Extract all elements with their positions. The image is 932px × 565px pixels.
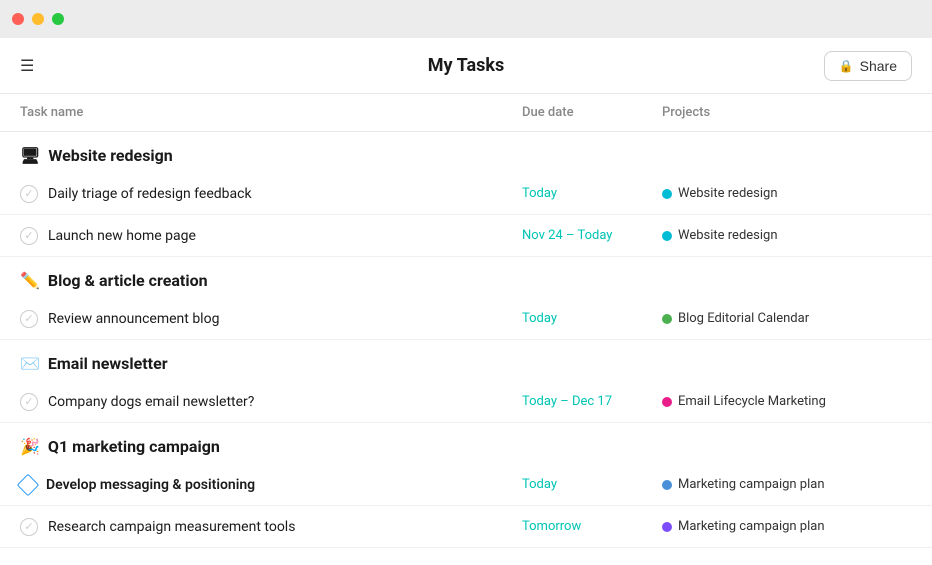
project-name-label: Website redesign <box>678 186 778 201</box>
section-header-email-newsletter: ✉️ Email newsletter <box>0 340 932 381</box>
app-window: ☰ My Tasks 🔒 Share Task name Due date Pr… <box>0 38 932 565</box>
task-name-label: Launch new home page <box>48 228 196 244</box>
diamond-icon <box>17 473 40 496</box>
share-button[interactable]: 🔒 Share <box>824 51 912 81</box>
task-name-label: Daily triage of redesign feedback <box>48 186 252 202</box>
section-header-blog-article: ✏️ Blog & article creation <box>0 257 932 298</box>
project-dot <box>662 397 672 407</box>
section-icon: 🎉 <box>20 437 40 456</box>
task-name-cell: ✓ Review announcement blog <box>20 310 522 328</box>
table-row[interactable]: Develop messaging & positioning Today Ma… <box>0 464 932 506</box>
check-icon: ✓ <box>20 185 38 203</box>
section-icon: ✉️ <box>20 354 40 373</box>
lock-icon: 🔒 <box>839 59 854 73</box>
due-date-cell: Today – Dec 17 <box>522 394 662 409</box>
project-cell: Marketing campaign plan <box>662 519 862 534</box>
check-icon: ✓ <box>20 393 38 411</box>
task-name-cell: ✓ Daily triage of redesign feedback <box>20 185 522 203</box>
section-icon: ✏️ <box>20 271 40 290</box>
table-row[interactable]: ✓ Review announcement blog Today Blog Ed… <box>0 298 932 340</box>
section-header-q1-marketing: 🎉 Q1 marketing campaign <box>0 423 932 464</box>
due-date-cell: Nov 24 – Today <box>522 228 662 243</box>
section-title: Email newsletter <box>48 354 168 373</box>
project-dot <box>662 231 672 241</box>
due-date-cell: Today <box>522 186 662 201</box>
task-name-label: Research campaign measurement tools <box>48 519 295 535</box>
project-name-label: Marketing campaign plan <box>678 477 825 492</box>
project-dot <box>662 480 672 490</box>
task-name-label: Develop messaging & positioning <box>46 477 255 493</box>
page-title: My Tasks <box>428 55 504 76</box>
project-dot <box>662 522 672 532</box>
section-title: Q1 marketing campaign <box>48 437 220 456</box>
section-header-website-redesign: 🖥 Website redesign <box>0 132 932 173</box>
project-name-label: Blog Editorial Calendar <box>678 311 809 326</box>
due-date-cell: Today <box>522 311 662 326</box>
table-row[interactable]: ✓ Research campaign measurement tools To… <box>0 506 932 548</box>
task-name-cell: ✓ Research campaign measurement tools <box>20 518 522 536</box>
column-task: Task name <box>20 105 522 120</box>
minimize-button[interactable] <box>32 13 44 25</box>
titlebar <box>0 0 932 38</box>
due-date-cell: Tomorrow <box>522 519 662 534</box>
project-cell: Marketing campaign plan <box>662 477 862 492</box>
project-dot <box>662 314 672 324</box>
project-dot <box>662 189 672 199</box>
column-due: Due date <box>522 105 662 120</box>
maximize-button[interactable] <box>52 13 64 25</box>
task-name-label: Review announcement blog <box>48 311 219 327</box>
menu-icon[interactable]: ☰ <box>20 56 34 75</box>
header: ☰ My Tasks 🔒 Share <box>0 38 932 94</box>
table-row[interactable]: ✓ Launch new home page Nov 24 – Today We… <box>0 215 932 257</box>
table-header: Task name Due date Projects <box>0 94 932 132</box>
project-cell: Website redesign <box>662 228 862 243</box>
table-row[interactable]: ✓ Daily triage of redesign feedback Toda… <box>0 173 932 215</box>
section-icon: 🖥 <box>20 146 40 165</box>
section-title: Website redesign <box>48 146 172 165</box>
project-cell: Email Lifecycle Marketing <box>662 394 862 409</box>
task-name-cell: Develop messaging & positioning <box>20 477 522 493</box>
section-title: Blog & article creation <box>48 271 208 290</box>
project-name-label: Website redesign <box>678 228 778 243</box>
table-row[interactable]: ✓ Company dogs email newsletter? Today –… <box>0 381 932 423</box>
column-projects: Projects <box>662 105 862 120</box>
task-list: 🖥 Website redesign ✓ Daily triage of rede… <box>0 132 932 565</box>
check-icon: ✓ <box>20 310 38 328</box>
project-name-label: Marketing campaign plan <box>678 519 825 534</box>
check-icon: ✓ <box>20 227 38 245</box>
project-cell: Blog Editorial Calendar <box>662 311 862 326</box>
project-cell: Website redesign <box>662 186 862 201</box>
task-name-cell: ✓ Company dogs email newsletter? <box>20 393 522 411</box>
task-name-cell: ✓ Launch new home page <box>20 227 522 245</box>
due-date-cell: Today <box>522 477 662 492</box>
task-name-label: Company dogs email newsletter? <box>48 394 254 410</box>
close-button[interactable] <box>12 13 24 25</box>
check-icon: ✓ <box>20 518 38 536</box>
project-name-label: Email Lifecycle Marketing <box>678 394 826 409</box>
